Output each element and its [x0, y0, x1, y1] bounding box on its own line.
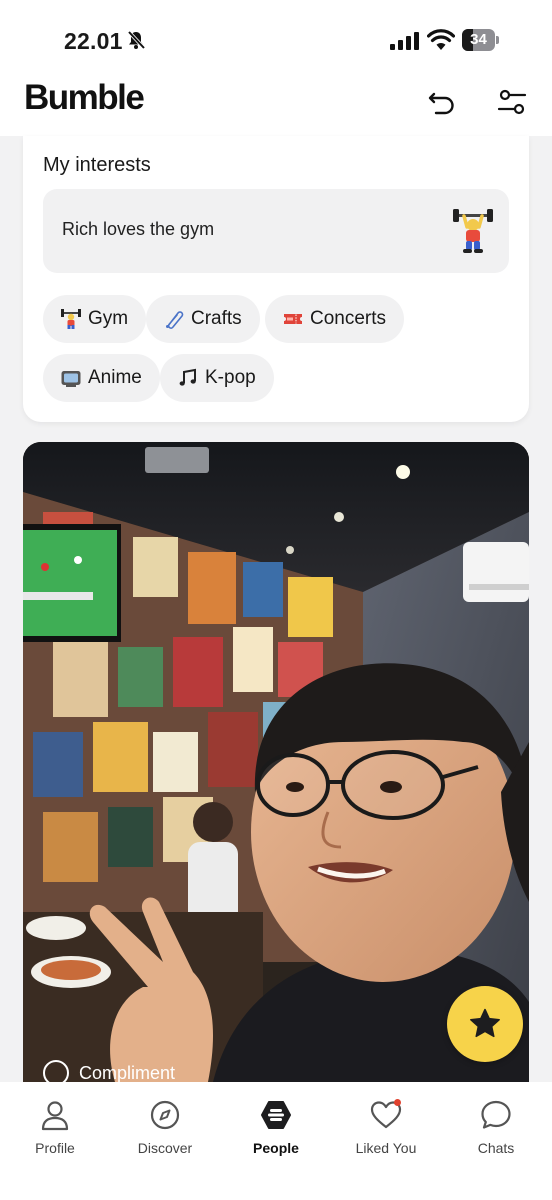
chip-label: Gym: [88, 308, 129, 329]
nav-label: People: [253, 1140, 299, 1156]
chip-label: Concerts: [310, 308, 387, 329]
bell-muted-icon: [127, 30, 146, 50]
nav-label: Liked You: [355, 1140, 417, 1156]
bumble-logo: Bumble: [24, 78, 145, 117]
battery-percent: 34: [470, 31, 487, 48]
compliment-button[interactable]: Compliment: [43, 1060, 175, 1082]
nav-liked-you[interactable]: Liked You: [336, 1098, 436, 1156]
nav-chats[interactable]: Chats: [446, 1098, 546, 1156]
chip-label: Crafts: [191, 308, 242, 329]
nav-people[interactable]: People: [226, 1098, 326, 1156]
filter-sliders-icon: [497, 89, 527, 115]
nav-label: Chats: [477, 1140, 515, 1156]
cellular-signal-icon: [390, 32, 419, 50]
interest-prompt: Rich loves the gym: [43, 189, 509, 273]
wifi-icon: [427, 29, 455, 50]
interest-chip-anime[interactable]: Anime: [43, 354, 160, 402]
notification-badge: [394, 1099, 401, 1106]
superswipe-button[interactable]: [447, 986, 523, 1062]
profile-photo[interactable]: Compliment: [23, 442, 529, 1082]
person-icon: [41, 1101, 69, 1131]
chip-label: Anime: [88, 367, 142, 388]
undo-icon: [428, 92, 454, 115]
bottom-navigation: Profile Discover People Liked You Chats: [0, 1082, 552, 1200]
interests-card: My interests Rich loves the gym Gym Craf…: [23, 136, 529, 422]
interest-prompt-text: Rich loves the gym: [62, 219, 215, 239]
weightlifter-icon: [453, 209, 493, 253]
compass-icon: [150, 1100, 180, 1130]
bumble-logo-icon: [261, 1101, 291, 1129]
ticket-icon: [284, 314, 302, 324]
interests-title: My interests: [43, 154, 151, 176]
nav-label: Profile: [35, 1140, 75, 1156]
chat-bubble-icon: [481, 1100, 511, 1129]
undo-button[interactable]: [422, 82, 462, 122]
chip-label: K-pop: [205, 367, 256, 388]
tv-icon: [61, 371, 81, 387]
weightlifter-icon: [61, 309, 81, 329]
app-header: Bumble: [0, 78, 552, 136]
battery-indicator: 34: [462, 29, 500, 51]
heart-icon: [370, 1099, 402, 1129]
star-icon: [470, 1008, 500, 1038]
status-time: 22.01: [64, 28, 123, 54]
filter-button[interactable]: [492, 82, 532, 122]
interest-chip-kpop[interactable]: K-pop: [160, 354, 274, 402]
compliment-icon: [43, 1060, 69, 1082]
music-note-icon: [179, 368, 196, 386]
interest-chip-crafts[interactable]: Crafts: [146, 295, 260, 343]
compliment-label: Compliment: [79, 1062, 176, 1083]
nav-label: Discover: [137, 1140, 193, 1156]
nav-profile[interactable]: Profile: [5, 1098, 105, 1156]
interest-chip-gym[interactable]: Gym: [43, 295, 147, 343]
safety-pin-icon: [166, 311, 184, 329]
nav-discover[interactable]: Discover: [115, 1098, 215, 1156]
status-bar: 22.01 34: [0, 0, 552, 78]
interest-chip-concerts[interactable]: Concerts: [265, 295, 405, 343]
selfie-photo-illustration: [23, 442, 529, 1082]
